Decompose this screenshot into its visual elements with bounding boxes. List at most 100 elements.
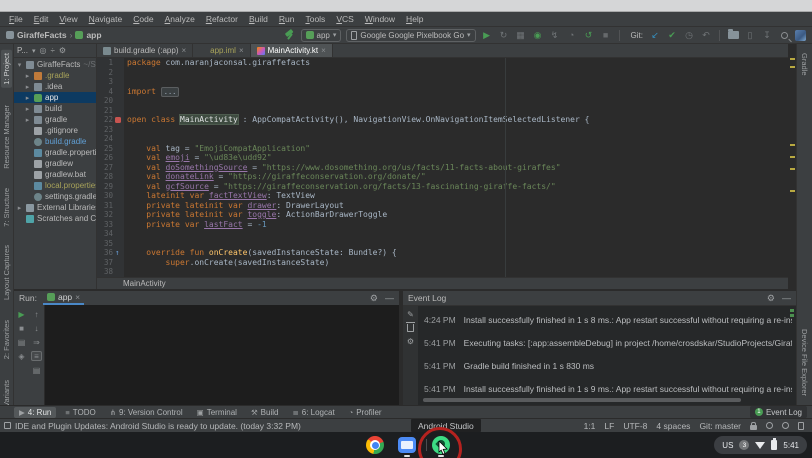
gear-icon[interactable]: ⚙ [370,293,378,304]
build-hammer-icon[interactable] [284,29,296,41]
rerun-icon[interactable]: ▶ [16,309,27,319]
tree-item-gradlew[interactable]: gradlew [14,158,96,169]
toolwindow-run[interactable]: ▶4: Run [14,407,56,418]
editor[interactable]: build.gradle (:app)×app.iml×MainActivity… [97,44,796,289]
sync-icon[interactable] [583,29,595,41]
breadcrumb-class[interactable]: MainActivity [123,279,166,288]
run-configuration-select[interactable]: app ▾ [301,29,342,42]
toolwindow-stripe-resource-manager[interactable]: Resource Manager [1,102,12,172]
menu-code[interactable]: Code [128,13,158,25]
avatar[interactable] [795,30,806,41]
status-1-1[interactable]: 1:1 [584,421,596,431]
close-icon[interactable]: × [321,46,326,55]
down-stack-icon[interactable]: ↓ [31,323,42,333]
menu-build[interactable]: Build [244,13,273,25]
close-icon[interactable]: × [239,46,244,55]
horizontal-scrollbar[interactable] [423,398,741,402]
toolwindow-stripe-1-project[interactable]: 1: Project [1,50,12,88]
files-app-icon[interactable] [398,437,416,453]
chevron-collapsed-icon[interactable]: ▸ [24,116,31,124]
git-commit-icon[interactable] [666,29,678,41]
status-git-master[interactable]: Git: master [699,421,741,431]
project-tree[interactable]: ▾GiraffeFacts ~/StudioProjects/GiraffeFa… [14,58,96,289]
close-icon[interactable]: × [75,292,80,302]
chevron-collapsed-icon[interactable]: ▸ [24,94,31,102]
chevron-collapsed-icon[interactable]: ▸ [24,72,31,80]
tree-item-build[interactable]: ▸build [14,103,96,114]
clear-log-icon[interactable] [407,324,414,332]
status-lf[interactable]: LF [604,421,614,431]
play-icon[interactable] [481,29,493,41]
coverage-icon[interactable] [515,29,527,41]
pin-icon[interactable]: ◈ [16,351,27,361]
device-folder-icon[interactable] [727,29,739,41]
system-tray[interactable]: US 3 5:41 [714,436,807,454]
tree-item-gradle[interactable]: ▸gradle [14,114,96,125]
avd-icon[interactable] [744,29,756,41]
editor-tab-build-gradle-app[interactable]: build.gradle (:app)× [97,44,193,57]
menu-edit[interactable]: Edit [29,13,54,25]
editor-tab-app-iml[interactable]: app.iml× [193,44,250,57]
git-rollback-icon[interactable] [700,29,712,41]
tree-item-build-gradle[interactable]: build.gradle [14,136,96,147]
editor-tab-mainactivity-kt[interactable]: MainActivity.kt× [251,44,333,57]
inspections-icon[interactable] [782,422,789,429]
menu-file[interactable]: File [4,13,28,25]
menu-window[interactable]: Window [360,13,400,25]
chevron-collapsed-icon[interactable]: ▸ [24,105,31,113]
up-stack-icon[interactable]: ↑ [31,309,42,319]
soft-wrap-icon[interactable]: ≡ [31,351,42,361]
tree-item-gradlew-bat[interactable]: gradlew.bat [14,169,96,180]
git-update-icon[interactable] [649,29,661,41]
highlight-level-icon[interactable] [766,422,773,429]
project-view-selector[interactable]: P... [17,46,28,55]
menu-view[interactable]: View [54,13,82,25]
git-history-icon[interactable] [683,29,695,41]
run-console[interactable] [44,305,399,405]
collapse-all-icon[interactable]: ÷ [50,46,54,55]
debug-icon[interactable] [532,29,544,41]
tree-item-scratches-and-consoles[interactable]: Scratches and Consoles [14,213,96,224]
status-message[interactable]: IDE and Plugin Updates: Android Studio i… [15,421,301,431]
breadcrumb-project[interactable]: GiraffeFacts [17,30,67,40]
tree-item-app[interactable]: ▸app [14,92,96,103]
device-select[interactable]: Google Google Pixelbook Go ▾ [346,29,475,42]
updates-icon[interactable] [4,422,11,429]
apply-icon[interactable] [549,29,561,41]
locate-icon[interactable]: ◎ [40,46,47,55]
toolwindow-stripe-2-favorites[interactable]: 2: Favorites [1,317,12,362]
tree-item-idea[interactable]: ▸.idea [14,81,96,92]
restart-icon[interactable] [498,29,510,41]
toolwindow-stripe-device-file-explorer[interactable]: Device File Explorer [799,326,810,399]
toolwindow-logcat[interactable]: ≣6: Logcat [287,407,339,418]
print-icon[interactable]: ▤ [31,365,42,375]
sdk-icon[interactable] [761,29,773,41]
hide-panel-icon[interactable]: — [385,293,394,304]
override-icon[interactable] [113,248,124,258]
toolwindow-stripe-layout-captures[interactable]: Layout Captures [1,242,12,303]
chevron-expanded-icon[interactable]: ▾ [16,61,23,69]
status-4-spaces[interactable]: 4 spaces [656,421,690,431]
run-class-icon[interactable] [113,115,124,125]
breadcrumb-module[interactable]: app [86,30,101,40]
profiler-icon[interactable] [566,29,578,41]
menu-run[interactable]: Run [274,13,300,25]
tree-item-gradle-properties[interactable]: gradle.properties [14,147,96,158]
settings-wrench-icon[interactable]: ⚙ [407,337,414,346]
menu-vcs[interactable]: VCS [331,13,358,25]
menu-refactor[interactable]: Refactor [201,13,243,25]
tree-item-local-properties[interactable]: local.properties [14,180,96,191]
run-tab-app[interactable]: app × [43,291,84,305]
editor-breadcrumb[interactable]: MainActivity [97,277,796,289]
dump-layout-icon[interactable]: ▤ [16,337,27,347]
toolwindow-build[interactable]: ⚒Build [246,407,284,418]
toolwindow-stripe-gradle[interactable]: Gradle [799,50,810,79]
search-icon[interactable] [781,32,788,39]
chevron-collapsed-icon[interactable]: ▸ [24,83,31,91]
lock-icon[interactable] [750,425,757,430]
tree-item-giraffefacts[interactable]: ▾GiraffeFacts ~/StudioProjects/GiraffeFa… [14,59,96,70]
gear-icon[interactable]: ⚙ [59,46,66,55]
gear-icon[interactable]: ⚙ [767,293,775,304]
menu-analyze[interactable]: Analyze [160,13,200,25]
menu-tools[interactable]: Tools [300,13,330,25]
